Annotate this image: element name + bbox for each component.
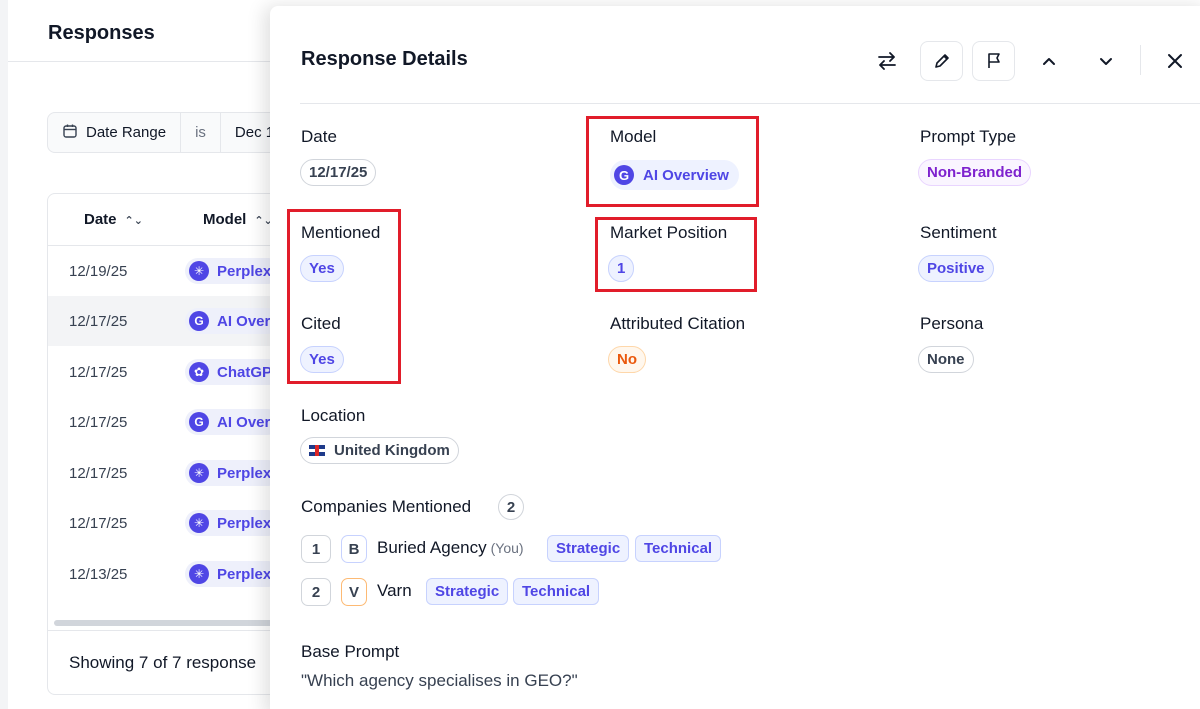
persona-label: Persona — [920, 314, 984, 333]
perplexity-icon: ✳ — [189, 463, 209, 483]
mentioned-label: Mentioned — [301, 223, 381, 242]
chevron-down-icon — [1100, 58, 1112, 65]
company-name: Buried Agency (You) — [377, 538, 524, 557]
drawer-title: Response Details — [301, 48, 468, 70]
sentiment-value: Positive — [918, 255, 994, 282]
google-icon: G — [189, 412, 209, 432]
previous-button[interactable] — [1032, 41, 1066, 81]
company-tag: Technical — [513, 578, 600, 605]
attributed-citation-label: Attributed Citation — [610, 314, 746, 333]
flag-button[interactable] — [972, 41, 1015, 81]
response-details-drawer: Response Details Date 12/17/25 Model G A… — [270, 6, 1200, 709]
row-model: ✳ Perplex — [185, 561, 282, 587]
calendar-icon — [62, 123, 78, 143]
chatgpt-icon: ✿ — [189, 362, 209, 382]
flag-icon — [987, 53, 1000, 68]
row-date: 12/17/25 — [69, 514, 128, 532]
company-avatar: B — [341, 535, 367, 563]
row-model: G AI Over — [185, 308, 281, 334]
location-value-text: United Kingdom — [334, 442, 450, 459]
row-date: 12/13/25 — [69, 565, 128, 583]
perplexity-icon: ✳ — [189, 564, 209, 584]
row-model: ✳ Perplex — [185, 510, 282, 536]
pencil-icon — [934, 54, 949, 68]
close-button[interactable] — [1158, 41, 1192, 81]
page-title: Responses — [48, 22, 155, 44]
base-prompt-value: "Which agency specialises in GEO?" — [301, 671, 578, 690]
sentiment-label: Sentiment — [920, 223, 997, 242]
filter-operator[interactable]: is — [181, 113, 221, 152]
company-avatar: V — [341, 578, 367, 606]
row-date: 12/17/25 — [69, 312, 128, 330]
perplexity-icon: ✳ — [189, 513, 209, 533]
row-date: 12/17/25 — [69, 413, 128, 431]
perplexity-icon: ✳ — [189, 261, 209, 281]
next-button[interactable] — [1089, 41, 1123, 81]
date-label: Date — [301, 127, 337, 146]
drawer-divider — [300, 103, 1200, 104]
persona-value: None — [918, 346, 974, 373]
mentioned-value: Yes — [300, 255, 344, 282]
location-label: Location — [301, 406, 366, 425]
row-model: G AI Over — [185, 409, 281, 435]
google-icon: G — [189, 311, 209, 331]
swap-button[interactable] — [870, 41, 904, 81]
prompt-type-value: Non-Branded — [918, 159, 1031, 186]
google-icon: G — [614, 165, 634, 185]
row-date: 12/17/25 — [69, 464, 128, 482]
market-position-label: Market Position — [610, 223, 728, 242]
location-value: United Kingdom — [300, 437, 459, 464]
row-date: 12/17/25 — [69, 363, 128, 381]
model-value-text: AI Overview — [643, 166, 729, 184]
toolbar-divider — [1140, 45, 1141, 75]
uk-flag-icon — [309, 445, 325, 456]
model-label: Model — [610, 127, 657, 146]
filter-field-label: Date Range — [86, 124, 167, 141]
company-rank: 2 — [301, 578, 331, 606]
column-header-model[interactable]: Model ⌃⌄ — [203, 211, 273, 228]
row-model: ✿ ChatGP — [185, 359, 283, 385]
company-tag: Technical — [635, 535, 722, 562]
close-icon — [1168, 54, 1182, 68]
base-prompt-label: Base Prompt — [301, 642, 400, 661]
cited-label: Cited — [301, 314, 341, 333]
row-date: 12/19/25 — [69, 262, 128, 280]
swap-icon — [878, 52, 896, 70]
filter-field[interactable]: Date Range — [48, 113, 182, 152]
attributed-citation-value: No — [608, 346, 646, 373]
row-model: ✳ Perplex — [185, 258, 282, 284]
edit-button[interactable] — [920, 41, 963, 81]
companies-count-badge: 2 — [498, 494, 524, 520]
column-header-date[interactable]: Date ⌃⌄ — [84, 211, 143, 228]
prompt-type-label: Prompt Type — [920, 127, 1017, 146]
company-tag: Strategic — [426, 578, 509, 605]
market-position-value: 1 — [608, 255, 635, 282]
company-name: Varn — [377, 581, 412, 600]
model-value: G AI Overview — [610, 160, 739, 190]
cited-value: Yes — [300, 346, 344, 373]
sort-icon: ⌃⌄ — [124, 215, 143, 227]
date-value: 12/17/25 — [300, 159, 377, 186]
you-indicator: (You) — [490, 540, 524, 556]
companies-mentioned-label: Companies Mentioned — [301, 497, 472, 516]
chevron-up-icon — [1043, 58, 1055, 65]
company-tag: Strategic — [547, 535, 630, 562]
row-model: ✳ Perplex — [185, 460, 282, 486]
company-rank: 1 — [301, 535, 331, 563]
